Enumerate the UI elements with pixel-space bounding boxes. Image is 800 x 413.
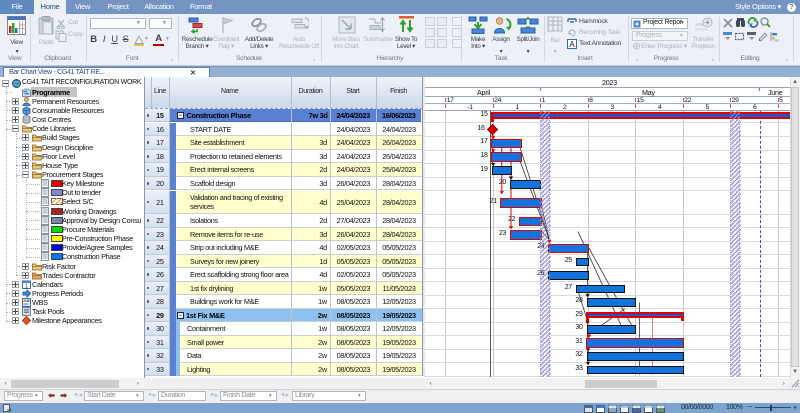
svg-text:A: A — [569, 40, 575, 49]
